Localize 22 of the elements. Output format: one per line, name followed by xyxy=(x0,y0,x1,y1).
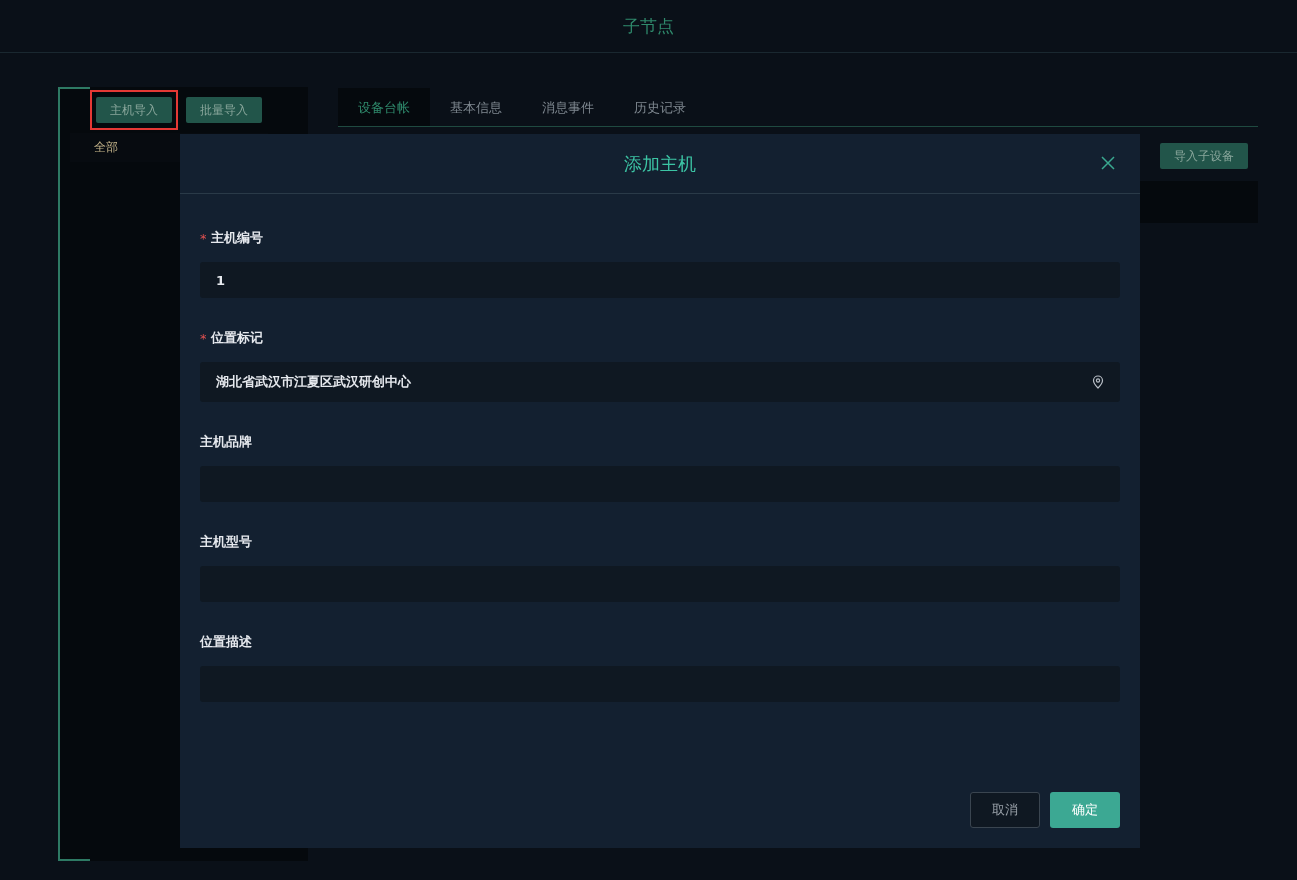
cancel-button[interactable]: 取消 xyxy=(970,792,1040,828)
input-field[interactable]: 1 xyxy=(200,262,1120,298)
field-label: 主机编号 xyxy=(210,229,263,247)
field-label: 位置标记 xyxy=(210,329,263,347)
tab[interactable]: 设备台帐 xyxy=(338,88,430,126)
required-mark: * xyxy=(200,330,207,346)
import-button[interactable]: 导入子设备 xyxy=(1160,143,1248,169)
import-button[interactable]: 批量导入 xyxy=(186,97,262,123)
location-pin-icon[interactable] xyxy=(1092,375,1104,389)
import-button[interactable]: 主机导入 xyxy=(96,97,172,123)
field-label: 主机品牌 xyxy=(200,433,252,451)
location-field[interactable]: 湖北省武汉市江夏区武汉研创中心 xyxy=(200,362,1120,402)
tab[interactable]: 基本信息 xyxy=(430,88,522,126)
close-icon[interactable] xyxy=(1100,155,1116,171)
field-label: 主机型号 xyxy=(200,533,252,551)
tab[interactable]: 消息事件 xyxy=(522,88,614,126)
required-mark: * xyxy=(200,230,207,246)
tab[interactable]: 历史记录 xyxy=(614,88,706,126)
page-title: 子节点 xyxy=(623,14,674,38)
field-label: 位置描述 xyxy=(200,633,252,651)
dialog-title: 添加主机 xyxy=(624,151,696,176)
confirm-button[interactable]: 确定 xyxy=(1050,792,1120,828)
